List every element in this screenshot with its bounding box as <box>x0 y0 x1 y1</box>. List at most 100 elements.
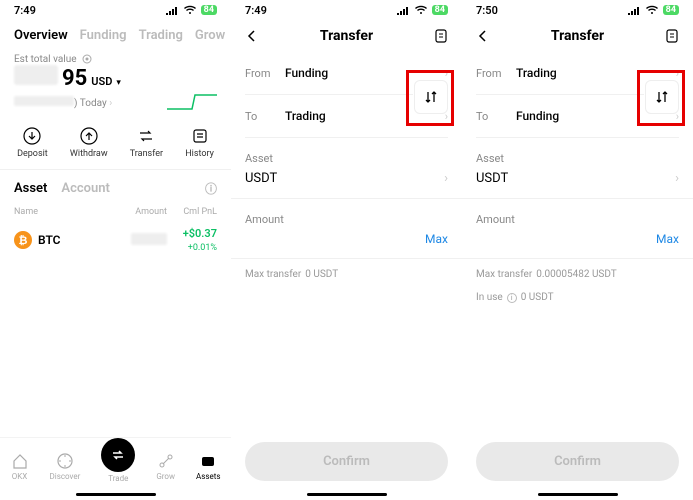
wifi-icon <box>414 5 428 15</box>
swap-direction-button[interactable] <box>645 80 679 114</box>
home-indicator <box>307 493 387 496</box>
signal-icon <box>396 5 410 15</box>
amount-input-row[interactable]: Max <box>462 228 693 259</box>
col-pnl: Cml PnL <box>167 207 217 217</box>
status-time: 7:49 <box>245 4 267 17</box>
to-label: To <box>245 110 285 123</box>
withdraw-button[interactable]: Withdraw <box>70 127 108 159</box>
change-hidden <box>14 96 74 106</box>
asset-selector[interactable]: USDT › <box>231 167 462 199</box>
status-right: 84 <box>165 5 217 15</box>
back-icon[interactable] <box>476 29 490 43</box>
tab-funding[interactable]: Funding <box>80 28 127 43</box>
value-unit: USD <box>91 75 112 88</box>
transfer-header: Transfer <box>231 20 462 52</box>
signal-icon <box>165 5 179 15</box>
battery-badge: 84 <box>432 5 448 15</box>
total-value: 95 USD ▾ <box>0 65 231 91</box>
tab-overview[interactable]: Overview <box>14 28 68 43</box>
swap-icon <box>423 89 439 105</box>
to-label: To <box>476 110 516 123</box>
nav-assets[interactable]: Assets <box>196 452 220 481</box>
confirm-button[interactable]: Confirm <box>476 442 679 481</box>
confirm-button[interactable]: Confirm <box>245 442 448 481</box>
chevron-down-icon[interactable]: ▾ <box>116 78 121 88</box>
est-total-label: Est total value <box>14 54 77 65</box>
value-hidden-prefix <box>14 65 58 85</box>
info-icon[interactable]: ⓘ <box>205 180 217 197</box>
amount-input-row[interactable]: Max <box>231 228 462 259</box>
chevron-right-icon: › <box>675 171 679 186</box>
page-title: Transfer <box>551 28 604 44</box>
asset-value: USDT <box>476 171 508 186</box>
chevron-right-icon: › <box>109 98 112 109</box>
in-use-info: In use i 0 USDT <box>462 282 693 305</box>
transfer-screen-funding-to-trading: 7:49 84 Transfer From Funding › To Tradi… <box>231 0 462 500</box>
chevron-right-icon: › <box>676 67 679 80</box>
signal-icon <box>627 5 641 15</box>
transfer-header: Transfer <box>462 20 693 52</box>
swap-icon <box>654 89 670 105</box>
trade-icon <box>101 438 135 472</box>
value-main: 95 <box>62 66 87 91</box>
sparkline-chart <box>167 91 217 113</box>
tab-grow[interactable]: Grow <box>195 28 225 43</box>
from-value: Trading <box>516 66 676 80</box>
assets-overview-screen: 7:49 84 Overview Funding Trading Grow Es… <box>0 0 231 500</box>
from-value: Funding <box>285 66 445 80</box>
max-transfer-info: Max transfer 0 USDT <box>231 259 462 282</box>
home-indicator <box>538 493 618 496</box>
status-bar: 7:49 84 <box>231 0 462 20</box>
from-label: From <box>245 67 285 80</box>
asset-amount-hidden <box>131 233 167 245</box>
top-tabs: Overview Funding Trading Grow <box>0 20 231 49</box>
status-bar: 7:50 84 <box>462 0 693 20</box>
nav-grow[interactable]: Grow <box>156 452 175 481</box>
info-icon[interactable]: i <box>507 293 517 303</box>
asset-tab[interactable]: Asset <box>14 181 47 196</box>
est-total-label-row: Est total value <box>0 49 231 65</box>
wifi-icon <box>645 5 659 15</box>
from-to-block: From Trading › To Funding › <box>462 52 693 138</box>
today-label: ) Today <box>74 98 107 109</box>
max-button[interactable]: Max <box>425 232 448 246</box>
amount-section-label: Amount <box>231 199 462 228</box>
eye-icon[interactable] <box>81 53 93 65</box>
wifi-icon <box>183 5 197 15</box>
status-time: 7:49 <box>14 4 36 17</box>
transfer-icon <box>137 127 155 145</box>
btc-icon: ₿ <box>14 231 32 249</box>
swap-direction-button[interactable] <box>414 80 448 114</box>
nav-okx[interactable]: OKX <box>11 452 29 481</box>
max-button[interactable]: Max <box>656 232 679 246</box>
back-icon[interactable] <box>245 29 259 43</box>
from-label: From <box>476 67 516 80</box>
max-transfer-label: Max transfer <box>476 269 532 280</box>
asset-selector[interactable]: USDT › <box>462 167 693 199</box>
inuse-label: In use <box>476 292 503 303</box>
history-icon <box>191 127 209 145</box>
deposit-button[interactable]: Deposit <box>17 127 48 159</box>
action-row: Deposit Withdraw Transfer History <box>0 119 231 170</box>
nav-discover[interactable]: Discover <box>50 452 81 481</box>
transfer-button[interactable]: Transfer <box>130 127 163 159</box>
status-bar: 7:49 84 <box>0 0 231 20</box>
history-button[interactable]: History <box>185 127 214 159</box>
transfer-screen-trading-to-funding: 7:50 84 Transfer From Trading › To Fundi… <box>462 0 693 500</box>
tab-trading[interactable]: Trading <box>139 28 183 43</box>
col-name: Name <box>14 207 117 217</box>
records-icon[interactable] <box>665 29 679 43</box>
account-tab[interactable]: Account <box>61 181 109 196</box>
max-transfer-info: Max transfer 0.00005482 USDT <box>462 259 693 282</box>
col-amount: Amount <box>117 207 167 217</box>
inuse-value: 0 USDT <box>521 292 554 303</box>
records-icon[interactable] <box>434 29 448 43</box>
asset-row-btc[interactable]: ₿BTC +$0.37+0.01% <box>0 219 231 261</box>
nav-trade[interactable]: Trade <box>101 438 135 483</box>
max-transfer-value: 0.00005482 USDT <box>536 269 617 280</box>
deposit-icon <box>23 127 41 145</box>
bottom-nav: OKX Discover Trade Grow Assets <box>0 437 231 491</box>
max-transfer-label: Max transfer <box>245 269 301 280</box>
today-change-row: ) Today › <box>0 91 231 119</box>
asset-pnl-pct: +0.01% <box>188 243 217 253</box>
